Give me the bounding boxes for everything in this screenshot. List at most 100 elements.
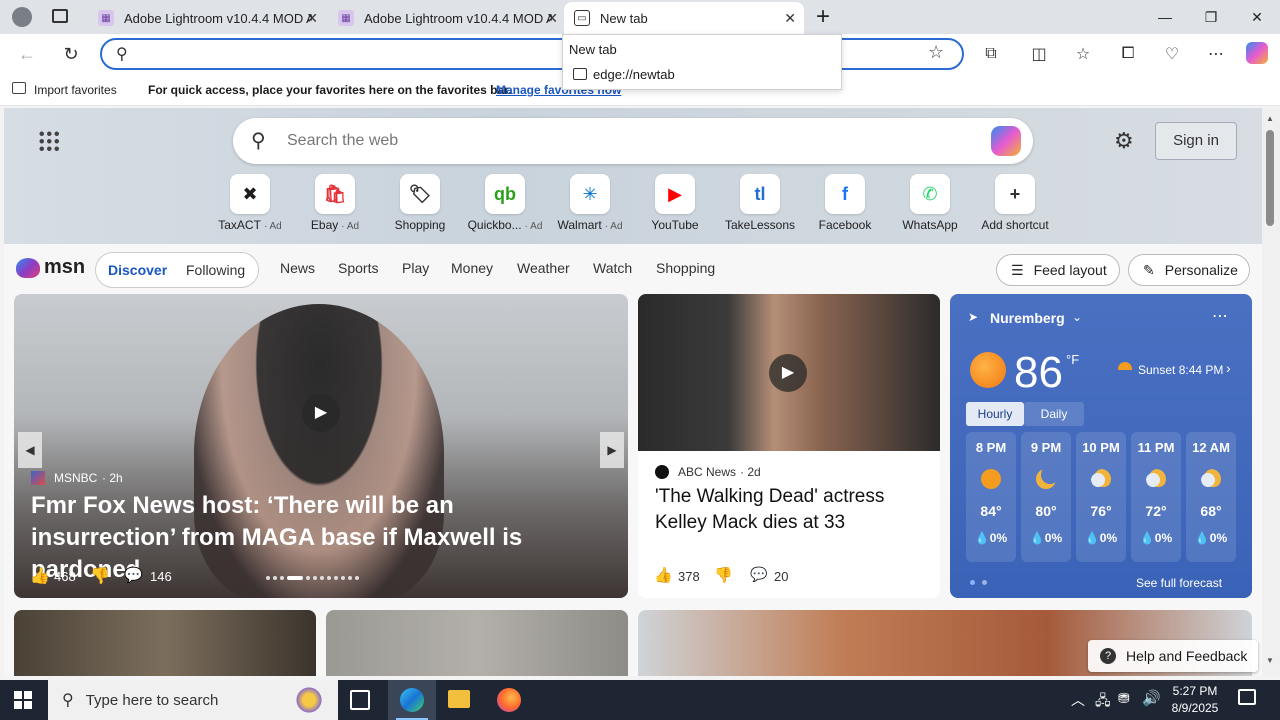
hour-forecast-item[interactable]: 8 PM 84° 💧0% [966,432,1016,562]
shortcut-whatsapp[interactable]: ✆ WhatsApp [888,174,972,232]
shortcut-walmart[interactable]: ✳ Walmart · Ad [548,174,632,232]
windows-start-icon[interactable] [14,691,32,709]
close-tab-icon[interactable]: ✕ [784,10,796,27]
tab-hourly[interactable]: Hourly [966,402,1024,426]
comment-icon[interactable]: 💬 [750,566,767,583]
sign-in-button[interactable]: Sign in [1155,122,1237,160]
nav-play[interactable]: Play [402,260,429,276]
news-headline[interactable]: Fmr Fox News host: ‘There will be an ins… [31,490,601,586]
taskbar-search-box[interactable]: ⚲ Type here to search [48,680,338,720]
refresh-button[interactable]: ↻ [56,40,86,68]
nav-news[interactable]: News [280,260,315,276]
extensions-icon[interactable]: ⧉ [979,42,1003,66]
news-headline[interactable]: 'The Walking Dead' actress Kelley Mack d… [655,484,925,536]
task-view-icon[interactable] [350,690,370,710]
volume-icon[interactable]: 🔊 [1142,689,1161,707]
restore-button[interactable]: ❐ [1188,0,1234,34]
tab-actions-icon[interactable] [52,9,68,23]
feed-layout-button[interactable]: ☰ Feed layout [996,254,1120,286]
scroll-up-icon[interactable]: ▲ [1266,114,1274,123]
msn-logo[interactable]: msn [16,256,85,279]
main-news-card[interactable]: ▶ ◀ ▶ MSNBC · 2h Fmr Fox News host: ‘The… [14,294,628,598]
shortcut-takelessons[interactable]: tl TakeLessons [718,174,802,232]
nav-money[interactable]: Money [451,260,493,276]
edge-taskbar-icon[interactable] [388,680,436,720]
collections-icon[interactable]: ⧠ [1116,42,1140,66]
profile-icon[interactable] [12,7,32,27]
web-search-box[interactable]: ⚲ Search the web [233,118,1033,164]
back-button[interactable]: ← [12,40,42,68]
clock[interactable]: 5:27 PM 8/9/2025 [1166,683,1224,717]
split-screen-icon[interactable]: ◫ [1027,42,1051,66]
play-icon[interactable]: ▶ [302,394,340,432]
favorites-icon[interactable]: ☆ [1071,42,1095,66]
nav-shopping[interactable]: Shopping [656,260,715,276]
scroll-down-icon[interactable]: ▼ [1266,656,1274,665]
copilot-icon[interactable] [991,126,1021,156]
carousel-next-button[interactable]: ▶ [600,432,624,468]
page-dot[interactable] [982,580,987,585]
page-scrollbar[interactable]: ▲ ▼ [1262,108,1280,676]
help-feedback-button[interactable]: ? Help and Feedback [1088,640,1258,672]
more-options-icon[interactable]: ⋯ [1204,42,1228,66]
like-icon[interactable]: 👍 [30,566,50,586]
nav-watch[interactable]: Watch [593,260,632,276]
shortcut-ebay[interactable]: 🛍 Ebay · Ad [293,174,377,232]
shortcut-add-shortcut[interactable]: + Add shortcut [973,174,1057,232]
side-news-card[interactable]: ▶ ABC News · 2d 'The Walking Dead' actre… [638,294,940,598]
tab-new-tab[interactable]: ▭ New tab ✕ [564,2,804,34]
tab-daily[interactable]: Daily [1024,402,1084,426]
settings-gear-icon[interactable]: ⚙ [1114,128,1134,154]
dislike-icon[interactable]: 👎 [90,566,110,586]
like-icon[interactable]: 👍 [654,566,673,584]
tab-following[interactable]: Following [186,262,245,278]
wifi-icon[interactable]: ⛃ [1118,690,1130,707]
chevron-down-icon[interactable]: ⌄ [1072,310,1082,324]
hour-forecast-item[interactable]: 9 PM 80° 💧0% [1021,432,1071,562]
carousel-dots[interactable] [266,574,384,582]
minimize-button[interactable]: — [1142,0,1188,34]
close-tab-icon[interactable]: ✕ [306,10,318,27]
dislike-icon[interactable]: 👎 [714,566,733,584]
close-tab-icon[interactable]: ✕ [546,10,558,27]
comment-icon[interactable]: 💬 [124,566,143,584]
hour-forecast-item[interactable]: 11 PM 72° 💧0% [1131,432,1181,562]
more-options-icon[interactable]: ⋯ [1212,306,1228,326]
weather-unit[interactable]: °F [1066,352,1079,367]
chevron-right-icon[interactable]: › [1226,360,1231,376]
tab-lightroom-2[interactable]: ▦ Adobe Lightroom v10.4.4 MOD A ✕ [328,2,566,34]
copilot-icon[interactable] [1246,42,1268,64]
chevron-up-icon[interactable]: ︿ [1071,690,1085,710]
browser-essentials-icon[interactable]: ♡ [1160,42,1184,66]
firefox-icon[interactable] [497,688,521,712]
weather-location[interactable]: Nuremberg [990,310,1065,326]
news-card-footprints[interactable] [326,610,628,676]
file-explorer-icon[interactable] [448,690,470,708]
shortcut-facebook[interactable]: f Facebook [803,174,887,232]
import-favorites-button[interactable]: Import favorites [34,83,117,97]
nav-sports[interactable]: Sports [338,260,378,276]
hour-forecast-item[interactable]: 10 PM 76° 💧0% [1076,432,1126,562]
scroll-thumb[interactable] [1266,130,1274,226]
network-icon[interactable]: 🖧 [1095,690,1111,714]
tab-discover[interactable]: Discover [108,262,167,278]
page-dot-active[interactable] [970,580,975,585]
hour-forecast-item[interactable]: 12 AM 68° 💧0% [1186,432,1236,562]
shortcut-quickbo[interactable]: qb Quickbo... · Ad [463,174,547,232]
notifications-icon[interactable] [1238,689,1256,705]
apps-launcher-icon[interactable] [38,130,60,152]
favorite-star-icon[interactable]: ☆ [928,42,944,63]
personalize-button[interactable]: ✎ Personalize [1128,254,1250,286]
nav-weather[interactable]: Weather [517,260,570,276]
carousel-prev-button[interactable]: ◀ [18,432,42,468]
new-tab-button[interactable]: + [816,3,830,31]
shortcut-taxact[interactable]: ✖ TaxACT · Ad [208,174,292,232]
sunset-time[interactable]: Sunset 8:44 PM [1138,363,1223,377]
weather-card[interactable]: ➤ Nuremberg ⌄ ⋯ 86 °F Sunset 8:44 PM › H… [950,294,1252,598]
see-full-forecast-link[interactable]: See full forecast [1136,576,1222,590]
play-icon[interactable]: ▶ [769,354,807,392]
shortcut-youtube[interactable]: ▶ YouTube [633,174,717,232]
close-window-button[interactable]: ✕ [1234,0,1280,34]
tab-lightroom-1[interactable]: ▦ Adobe Lightroom v10.4.4 MOD A ✕ [88,2,326,34]
shortcut-shopping[interactable]: 🏷 Shopping [378,174,462,232]
